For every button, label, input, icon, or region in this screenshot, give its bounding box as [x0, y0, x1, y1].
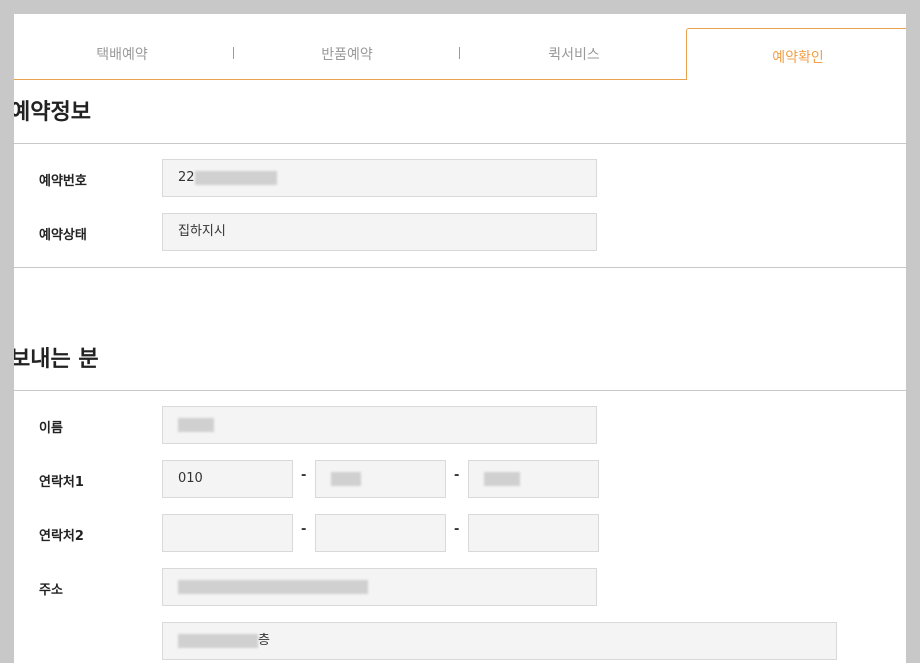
sender-phone2-part2-field[interactable]: [315, 514, 446, 552]
tab-reservation-check[interactable]: 예약확인: [686, 28, 906, 80]
sender-phone2-label: 연락처2: [39, 529, 84, 544]
reservation-confirm-page: 택배예약 반품예약 퀵서비스 예약확인 예약정보 예약번호 22 예약상태 집하…: [14, 14, 906, 663]
tab-quick-service[interactable]: 퀵서비스: [514, 44, 634, 64]
sender-phone1-label: 연락처1: [39, 475, 84, 490]
reservation-number-field[interactable]: 22: [162, 159, 597, 197]
sender-phone1-part3-field[interactable]: [468, 460, 599, 498]
tab-underline: [14, 79, 686, 80]
phone-dash: -: [301, 468, 307, 483]
tab-return-reservation[interactable]: 반품예약: [287, 44, 407, 64]
tab-reservation-check-label: 예약확인: [772, 50, 824, 66]
section-divider: [14, 390, 906, 391]
tab-bar: 택배예약 반품예약 퀵서비스 예약확인: [14, 14, 906, 80]
reservation-number-label: 예약번호: [39, 174, 87, 189]
section-title-sender: 보내는 분: [14, 347, 99, 372]
phone-dash: -: [454, 522, 460, 537]
redacted-text: [484, 471, 520, 486]
sender-address-detail-suffix: 층: [258, 633, 270, 648]
sender-phone1-part1-field[interactable]: 010: [162, 460, 293, 498]
redacted-text: [178, 417, 214, 432]
sender-address-label: 주소: [39, 583, 63, 598]
reservation-number-value: 22: [178, 170, 195, 185]
section-title-reservation: 예약정보: [14, 100, 91, 125]
reservation-status-field[interactable]: 집하지시: [162, 213, 597, 251]
tab-separator: [233, 47, 234, 59]
section-divider: [14, 143, 906, 144]
phone-dash: -: [301, 522, 307, 537]
sender-phone2-part3-field[interactable]: [468, 514, 599, 552]
reservation-status-value: 집하지시: [178, 224, 226, 239]
sender-name-field[interactable]: [162, 406, 597, 444]
sender-phone1-part1-value: 010: [178, 471, 203, 486]
redacted-text: [178, 633, 258, 648]
sender-phone2-part1-field[interactable]: [162, 514, 293, 552]
tab-separator: [459, 47, 460, 59]
sender-phone1-part2-field[interactable]: [315, 460, 446, 498]
redacted-text: [178, 579, 368, 594]
sender-address-detail-field[interactable]: 층: [162, 622, 837, 660]
redacted-text: [194, 170, 277, 185]
reservation-status-label: 예약상태: [39, 228, 87, 243]
phone-dash: -: [454, 468, 460, 483]
section-divider: [14, 267, 906, 268]
tab-parcel-reservation[interactable]: 택배예약: [62, 44, 182, 64]
sender-address-field[interactable]: [162, 568, 597, 606]
redacted-text: [331, 471, 361, 486]
sender-name-label: 이름: [39, 421, 63, 436]
